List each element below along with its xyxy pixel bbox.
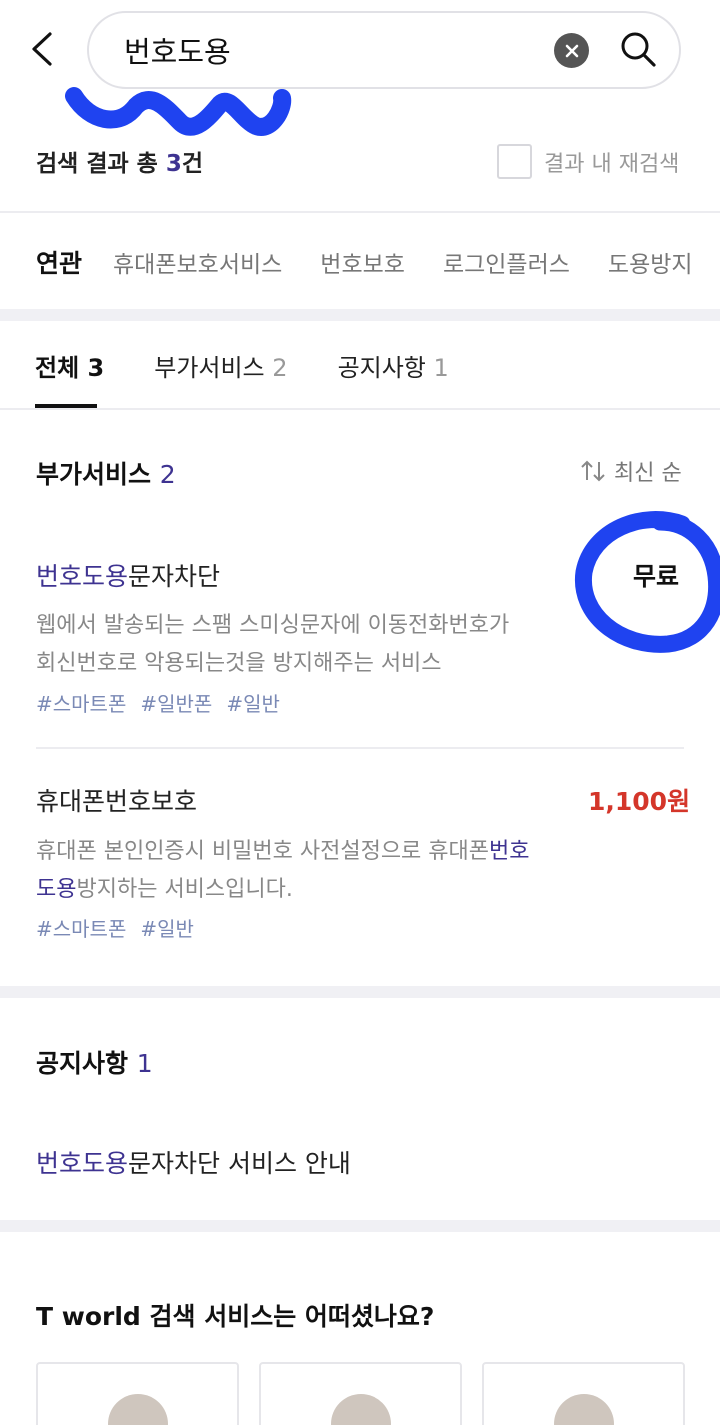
tag[interactable]: #일반 xyxy=(140,913,194,942)
section-divider xyxy=(0,1220,720,1232)
re-search-checkbox[interactable] xyxy=(497,144,532,179)
divider xyxy=(0,211,720,213)
divider xyxy=(36,747,684,749)
result-tabs: 전체 3 부가서비스 2 공지사항 1 xyxy=(35,348,499,383)
clear-search-button[interactable] xyxy=(554,33,589,68)
related-title: 연관 xyxy=(36,249,83,278)
section-divider xyxy=(0,986,720,998)
feedback-title: T world 검색 서비스는 어떠셨나요? xyxy=(36,1302,435,1331)
sort-button[interactable]: 최신 순 xyxy=(580,455,682,487)
section-divider xyxy=(0,309,720,321)
service-description: 웹에서 발송되는 스팸 스미싱문자에 이동전화번호가 회신번호로 악용되는것을 … xyxy=(36,613,510,676)
related-item[interactable]: 휴대폰보호서비스 xyxy=(113,245,282,279)
tag[interactable]: #스마트폰 xyxy=(36,688,126,717)
sort-icon xyxy=(581,460,605,482)
tag[interactable]: #스마트폰 xyxy=(36,913,126,942)
service-item-title[interactable]: 번호도용문자차단 xyxy=(36,557,220,593)
face-icon xyxy=(331,1394,391,1425)
notice-section-title: 공지사항 1 xyxy=(36,1049,153,1078)
face-icon xyxy=(108,1394,168,1425)
tag[interactable]: #일반폰 xyxy=(140,688,212,717)
service-tags: #스마트폰 #일반 xyxy=(36,913,194,942)
service-description: 휴대폰 본인인증시 비밀번호 사전설정으로 휴대폰번호 도용방지하는 서비스입니… xyxy=(36,839,530,902)
related-item[interactable]: 번호보호 xyxy=(320,245,405,279)
related-item[interactable]: 도용방지 xyxy=(608,245,693,279)
result-count: 검색 결과 총 3건 xyxy=(36,151,204,177)
notice-item[interactable]: 번호도용문자차단 서비스 안내 xyxy=(36,1144,351,1180)
search-icon xyxy=(621,32,656,67)
feedback-option-neutral[interactable] xyxy=(259,1362,462,1425)
related-item[interactable]: 로그인플러스 xyxy=(443,245,570,279)
tab-notices[interactable]: 공지사항 1 xyxy=(338,348,449,383)
re-search-toggle[interactable]: 결과 내 재검색 xyxy=(497,144,679,179)
service-tags: #스마트폰 #일반폰 #일반 xyxy=(36,688,280,717)
result-count-number: 3 xyxy=(165,151,182,177)
feedback-option-bad[interactable] xyxy=(36,1362,239,1425)
related-keywords: 연관 휴대폰보호서비스 번호보호 로그인플러스 도용방지 xyxy=(36,244,720,280)
tab-all[interactable]: 전체 3 xyxy=(35,348,104,383)
chevron-left-icon xyxy=(32,32,52,66)
service-price: 1,100원 xyxy=(588,787,691,816)
clear-icon xyxy=(565,44,578,57)
feedback-option-good[interactable] xyxy=(482,1362,685,1425)
annotation-circle xyxy=(574,511,720,653)
face-icon xyxy=(554,1394,614,1425)
addon-section-title: 부가서비스 2 xyxy=(36,460,176,489)
annotation-scribble xyxy=(65,87,292,136)
tag[interactable]: #일반 xyxy=(226,688,280,717)
search-button[interactable] xyxy=(615,26,661,72)
search-input[interactable]: 번호도용 xyxy=(124,29,231,71)
service-item-title[interactable]: 휴대폰번호보호 xyxy=(36,782,197,818)
divider xyxy=(0,408,720,410)
re-search-label: 결과 내 재검색 xyxy=(544,151,680,177)
back-button[interactable] xyxy=(18,24,68,74)
tab-addon-services[interactable]: 부가서비스 2 xyxy=(154,348,287,383)
